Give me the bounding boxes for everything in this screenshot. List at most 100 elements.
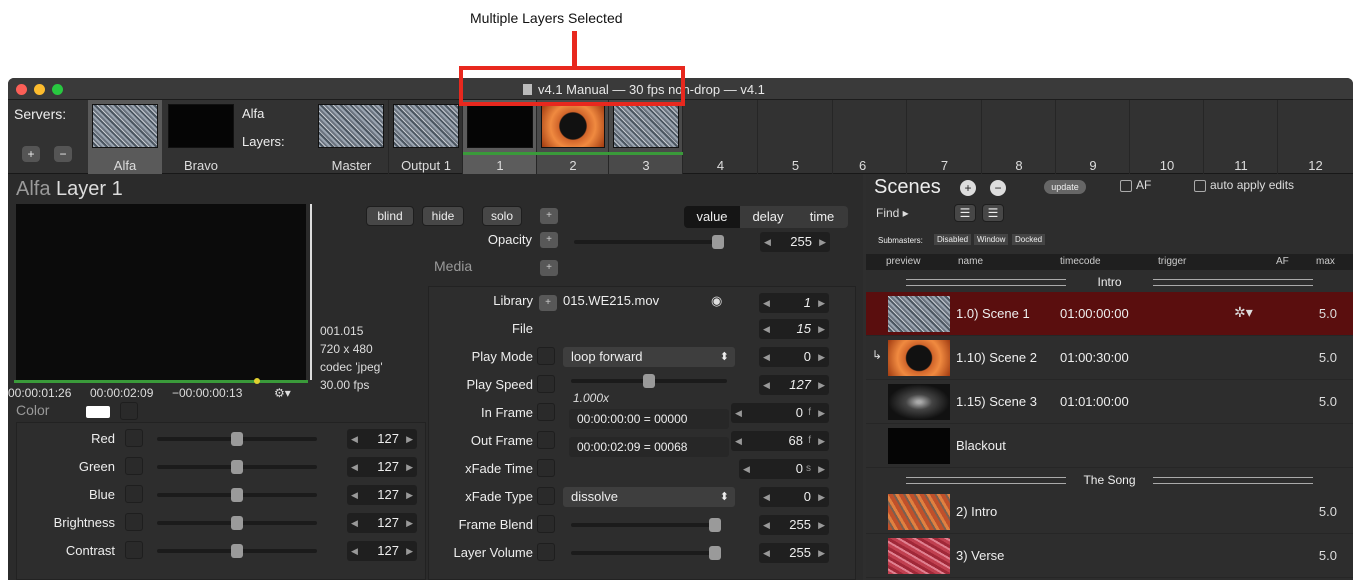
red-value[interactable]: ◀ 127 ▶ bbox=[347, 429, 417, 449]
eye-icon[interactable]: ◉ bbox=[711, 293, 722, 309]
submasters-docked[interactable]: Docked bbox=[1012, 234, 1046, 245]
tab-delay[interactable]: delay bbox=[740, 206, 796, 228]
color-swatch[interactable] bbox=[86, 406, 110, 418]
add-server-button[interactable]: + bbox=[22, 146, 40, 162]
add-param-button[interactable]: + bbox=[540, 208, 558, 224]
layer-volume-value[interactable]: ◀ 255 ▶ bbox=[759, 543, 829, 563]
play-mode-value[interactable]: ◀ 0 ▶ bbox=[759, 347, 829, 367]
tab-value[interactable]: value bbox=[684, 206, 740, 228]
submasters-disabled[interactable]: Disabled bbox=[934, 234, 972, 245]
xfade-type-select[interactable]: dissolve ⬍ bbox=[563, 487, 735, 507]
blue-value[interactable]: ◀ 127 ▶ bbox=[347, 485, 417, 505]
zoom-button[interactable] bbox=[52, 84, 63, 95]
layer-volume-slider[interactable] bbox=[571, 546, 721, 560]
minimize-button[interactable] bbox=[34, 84, 45, 95]
scene-row[interactable]: Blackout bbox=[866, 424, 1353, 468]
filter-icon[interactable]: ☰ bbox=[954, 204, 976, 222]
file-value[interactable]: ◀ 15 ▶ bbox=[759, 319, 829, 339]
blue-knob[interactable] bbox=[231, 488, 243, 502]
sort-icon[interactable]: ☰ bbox=[982, 204, 1004, 222]
add-scene-button[interactable]: + bbox=[960, 180, 976, 196]
scene-row[interactable]: 1.0) Scene 1 01:00:00:00 ✲▾ 5.0 bbox=[866, 292, 1353, 336]
play-speed-button[interactable] bbox=[537, 375, 555, 393]
contrast-mode-button[interactable] bbox=[125, 541, 143, 559]
column-preview[interactable]: preview bbox=[886, 256, 920, 267]
play-speed-value[interactable]: ◀ 127 ▶ bbox=[759, 375, 829, 395]
opacity-add-button[interactable]: + bbox=[540, 232, 558, 248]
red-slider[interactable] bbox=[157, 432, 317, 446]
layer-tile-10[interactable]: 10 bbox=[1130, 100, 1204, 174]
play-speed-slider[interactable] bbox=[571, 374, 727, 388]
play-mode-select[interactable]: loop forward ⬍ bbox=[563, 347, 735, 367]
contrast-slider[interactable] bbox=[157, 544, 317, 558]
layer-volume-knob[interactable] bbox=[709, 546, 721, 560]
contrast-value[interactable]: ◀ 127 ▶ bbox=[347, 541, 417, 561]
out-frame-display[interactable]: 00:00:02:09 = 00068 bbox=[569, 437, 729, 457]
green-value[interactable]: ◀ 127 ▶ bbox=[347, 457, 417, 477]
frame-blend-button[interactable] bbox=[537, 515, 555, 533]
scene-row[interactable]: 2) Intro 5.0 bbox=[866, 490, 1353, 534]
in-frame-button[interactable] bbox=[537, 403, 555, 421]
xfade-type-value[interactable]: ◀ 0 ▶ bbox=[759, 487, 829, 507]
blue-slider[interactable] bbox=[157, 488, 317, 502]
opacity-knob[interactable] bbox=[712, 235, 724, 249]
close-button[interactable] bbox=[16, 84, 27, 95]
out-frame-value[interactable]: ◀ 68 f ▶ bbox=[731, 431, 829, 451]
media-add-button[interactable]: + bbox=[540, 260, 558, 276]
update-button[interactable]: update bbox=[1044, 180, 1086, 194]
layer-tile-1[interactable]: 1 bbox=[463, 100, 537, 174]
green-mode-button[interactable] bbox=[125, 457, 143, 475]
layer-tile-output-1[interactable]: Output 1 bbox=[389, 100, 463, 174]
frame-blend-knob[interactable] bbox=[709, 518, 721, 532]
column-af[interactable]: AF bbox=[1276, 256, 1289, 267]
xfade-time-value[interactable]: ◀ 0 s ▶ bbox=[739, 459, 829, 479]
column-trigger[interactable]: trigger bbox=[1158, 256, 1186, 267]
green-slider[interactable] bbox=[157, 460, 317, 474]
column-timecode[interactable]: timecode bbox=[1060, 256, 1101, 267]
af-checkbox[interactable] bbox=[1120, 180, 1132, 192]
scene-row[interactable]: 1.15) Scene 3 01:01:00:00 5.0 bbox=[866, 380, 1353, 424]
contrast-knob[interactable] bbox=[231, 544, 243, 558]
server-tile-bravo[interactable]: Bravo bbox=[164, 100, 238, 174]
frame-blend-slider[interactable] bbox=[571, 518, 721, 532]
layer-tile-7[interactable]: 7 bbox=[907, 100, 982, 174]
blue-mode-button[interactable] bbox=[125, 485, 143, 503]
column-name[interactable]: name bbox=[958, 256, 983, 267]
scene-row[interactable]: ↳ 1.10) Scene 2 01:00:30:00 5.0 bbox=[866, 336, 1353, 380]
xfade-time-button[interactable] bbox=[537, 459, 555, 477]
layer-tile-2[interactable]: 2 bbox=[537, 100, 609, 174]
server-tile-alfa[interactable]: Alfa bbox=[88, 100, 162, 174]
layer-tile-12[interactable]: 12 bbox=[1278, 100, 1353, 174]
out-frame-button[interactable] bbox=[537, 431, 555, 449]
blind-button[interactable]: blind bbox=[366, 206, 414, 226]
brightness-knob[interactable] bbox=[231, 516, 243, 530]
layer-tile-3[interactable]: 3 bbox=[609, 100, 683, 174]
frame-blend-value[interactable]: ◀ 255 ▶ bbox=[759, 515, 829, 535]
remove-server-button[interactable]: − bbox=[54, 146, 72, 162]
in-frame-value[interactable]: ◀ 0 f ▶ bbox=[731, 403, 829, 423]
column-max[interactable]: max bbox=[1316, 256, 1335, 267]
red-knob[interactable] bbox=[231, 432, 243, 446]
layer-volume-button[interactable] bbox=[537, 543, 555, 561]
tab-time[interactable]: time bbox=[796, 206, 848, 228]
submasters-window[interactable]: Window bbox=[974, 234, 1009, 245]
layer-tile-master[interactable]: Master bbox=[314, 100, 389, 174]
opacity-value[interactable]: ◀ 255 ▶ bbox=[760, 232, 830, 252]
library-add-button[interactable]: + bbox=[539, 295, 557, 311]
layer-tile-9[interactable]: 9 bbox=[1056, 100, 1130, 174]
brightness-value[interactable]: ◀ 127 ▶ bbox=[347, 513, 417, 533]
gear-icon[interactable]: ✲▾ bbox=[1234, 304, 1253, 321]
layer-tile-4[interactable]: 4 bbox=[683, 100, 758, 174]
xfade-type-button[interactable] bbox=[537, 487, 555, 505]
brightness-slider[interactable] bbox=[157, 516, 317, 530]
find-label[interactable]: Find ▸ bbox=[876, 206, 909, 220]
playback-scrubber[interactable] bbox=[14, 378, 308, 384]
scene-row[interactable]: 3) Verse 5.0 bbox=[866, 534, 1353, 578]
hide-button[interactable]: hide bbox=[422, 206, 464, 226]
red-mode-button[interactable] bbox=[125, 429, 143, 447]
solo-button[interactable]: solo bbox=[482, 206, 522, 226]
play-mode-button[interactable] bbox=[537, 347, 555, 365]
in-frame-display[interactable]: 00:00:00:00 = 00000 bbox=[569, 409, 729, 429]
green-knob[interactable] bbox=[231, 460, 243, 474]
layer-tile-8[interactable]: 8 bbox=[982, 100, 1056, 174]
